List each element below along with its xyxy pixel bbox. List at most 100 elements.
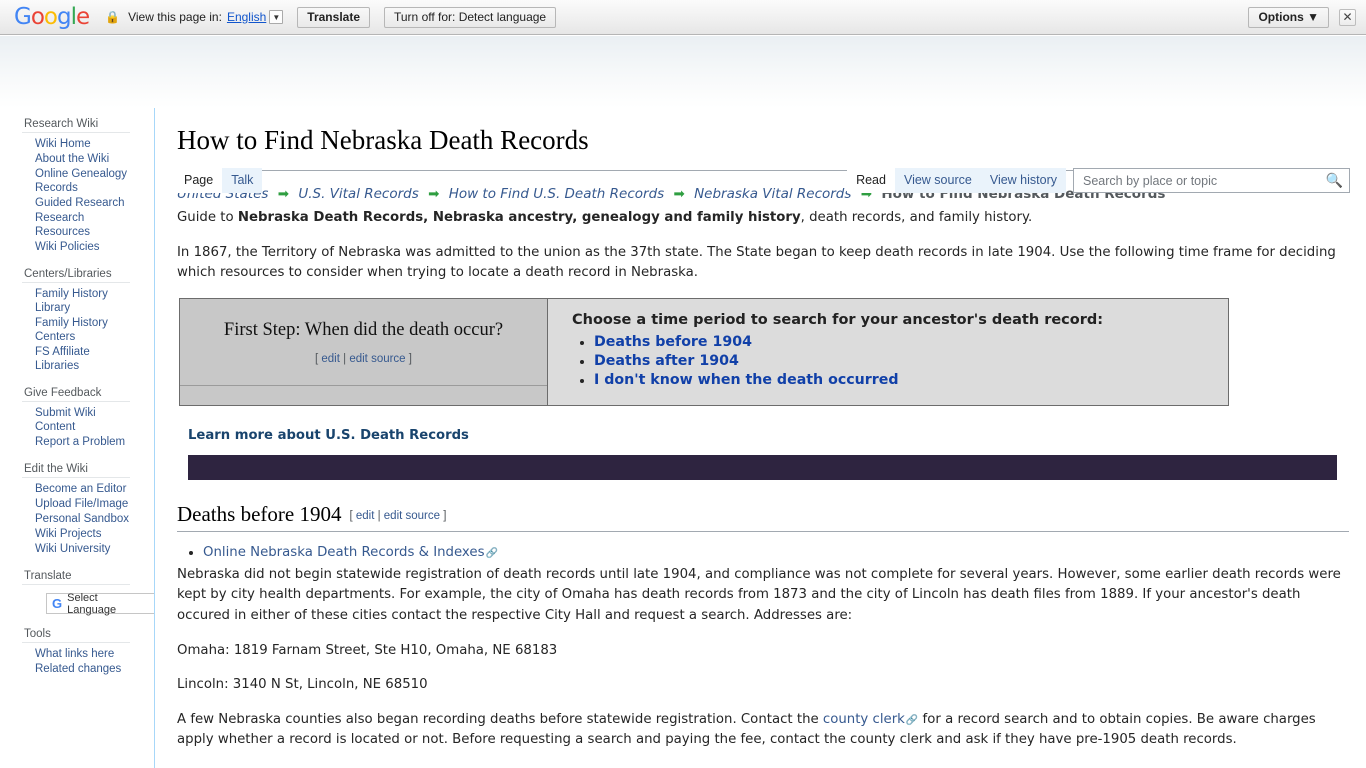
intro-bold: Nebraska Death Records, Nebraska ancestr… [237, 210, 801, 225]
list-item: Become an Editor [35, 482, 130, 496]
list-item: Deaths after 1904 [594, 353, 1212, 369]
sidebar-item-wiki-home[interactable]: Wiki Home [35, 138, 91, 150]
select-language-button[interactable]: G Select Language | [46, 591, 161, 616]
link-label: county clerk [822, 711, 905, 727]
close-icon[interactable]: ✕ [1339, 8, 1356, 26]
list-item: Upload File/Image [35, 497, 130, 511]
page-top-gradient [0, 36, 1366, 108]
list-item: Related changes [35, 662, 130, 676]
paragraph-3-a: A few Nebraska counties also began recor… [177, 711, 823, 727]
link-county-clerk[interactable]: county clerk🔗 [823, 712, 918, 727]
external-link-icon: 🔗 [485, 547, 498, 559]
list-item: Family History Library [35, 287, 130, 315]
turn-off-button[interactable]: Turn off for: Detect language [384, 6, 557, 28]
list-item: Online Nebraska Death Records & Indexes🔗 [203, 543, 1349, 563]
banner-bar [188, 454, 1337, 480]
section-links-list: Online Nebraska Death Records & Indexes🔗 [177, 543, 1349, 563]
chevron-down-icon[interactable]: ▼ [269, 10, 284, 24]
sidebar-item-fs-affiliate-libraries[interactable]: FS Affiliate Libraries [35, 346, 90, 372]
sidebar-item-become-an-editor[interactable]: Become an Editor [35, 483, 126, 495]
paragraph-1: In 1867, the Territory of Nebraska was a… [177, 244, 1336, 281]
sidebar-heading-give-feedback: Give Feedback [24, 387, 102, 399]
section-title: Deaths before 1904 [177, 501, 342, 526]
sidebar-item-submit-wiki-content[interactable]: Submit Wiki Content [35, 407, 96, 433]
option-deaths-after-1904[interactable]: Deaths after 1904 [594, 353, 739, 369]
chooser-left-panel: First Step: When did the death occur? [ … [180, 298, 548, 405]
sidebar-item-related-changes[interactable]: Related changes [35, 663, 121, 675]
view-tabs: Read View source View history 🔍 [847, 168, 1350, 193]
sidebar-item-guided-research[interactable]: Guided Research [35, 197, 125, 209]
breadcrumb-item-nebraska-vital-records[interactable]: Nebraska Vital Records [694, 186, 851, 202]
edit-source-link[interactable]: edit source [384, 510, 440, 522]
list-item: What links here [35, 647, 130, 661]
options-button[interactable]: Options ▼ [1248, 6, 1329, 28]
edit-link[interactable]: edit [356, 510, 375, 522]
page-title: How to Find Nebraska Death Records [177, 125, 589, 155]
breadcrumb-item-how-to-find-us-death-records[interactable]: How to Find U.S. Death Records [449, 186, 664, 202]
tab-page[interactable]: Page [175, 168, 223, 193]
learn-more-link[interactable]: Learn more about U.S. Death Records [188, 428, 1349, 443]
address-omaha: Omaha: 1819 Farnam Street, Ste H10, Omah… [177, 642, 558, 658]
link-online-nebraska-death-records[interactable]: Online Nebraska Death Records & Indexes🔗 [203, 545, 498, 560]
sidebar-group-research-wiki: Wiki Home About the Wiki Online Genealog… [22, 132, 130, 254]
sidebar-item-report-a-problem[interactable]: Report a Problem [35, 436, 125, 448]
intro-prefix: Guide to [177, 210, 238, 225]
tab-view-source[interactable]: View source [894, 168, 981, 193]
chooser-left-content: First Step: When did the death occur? [ … [180, 299, 547, 386]
sidebar-item-family-history-centers[interactable]: Family History Centers [35, 317, 108, 343]
option-deaths-before-1904[interactable]: Deaths before 1904 [594, 334, 752, 350]
chooser-heading: Choose a time period to search for your … [572, 311, 1104, 328]
language-value[interactable]: English [227, 10, 266, 24]
list-item: I don't know when the death occurred [594, 372, 1212, 388]
sidebar-item-about-the-wiki[interactable]: About the Wiki [35, 153, 109, 165]
tab-view-history[interactable]: View history [980, 168, 1066, 193]
arrow-right-icon: ➡ [277, 186, 290, 202]
content-area: How to Find Nebraska Death Records Unite… [154, 108, 1366, 768]
sidebar-item-wiki-policies[interactable]: Wiki Policies [35, 241, 100, 253]
list-item: Guided Research [35, 196, 130, 210]
list-item: Submit Wiki Content [35, 406, 130, 434]
sidebar-group-translate: G Select Language | [22, 584, 161, 616]
sidebar-item-research-resources[interactable]: Research Resources [35, 212, 90, 238]
sidebar-item-what-links-here[interactable]: What links here [35, 648, 114, 660]
list-item: Wiki Policies [35, 240, 130, 254]
language-selector[interactable]: English ▼ [227, 10, 284, 24]
list-item: Wiki Projects [35, 527, 130, 541]
edit-link[interactable]: edit [321, 353, 340, 365]
sidebar-item-personal-sandbox[interactable]: Personal Sandbox [35, 513, 129, 525]
sidebar-heading-centers-libraries: Centers/Libraries [24, 268, 112, 280]
namespace-tabs: Page Talk [175, 168, 263, 193]
list-item: Report a Problem [35, 435, 130, 449]
option-dont-know[interactable]: I don't know when the death occurred [594, 372, 899, 388]
list-item: Wiki Home [35, 137, 130, 151]
list-item: Family History Centers [35, 316, 130, 344]
tab-talk[interactable]: Talk [222, 168, 263, 193]
chooser-left-footer [180, 385, 547, 405]
breadcrumb-item-us-vital-records[interactable]: U.S. Vital Records [298, 186, 418, 202]
sidebar-item-wiki-projects[interactable]: Wiki Projects [35, 528, 101, 540]
sidebar-heading-translate: Translate [24, 570, 72, 582]
sidebar-item-upload-file-image[interactable]: Upload File/Image [35, 498, 128, 510]
search-input[interactable] [1081, 172, 1322, 189]
google-g-icon: G [52, 596, 63, 611]
search-box[interactable]: 🔍 [1073, 168, 1350, 193]
edit-source-link[interactable]: edit source [349, 353, 405, 365]
translate-button[interactable]: Translate [297, 6, 370, 28]
list-item: Online Genealogy Records [35, 167, 130, 195]
search-icon[interactable]: 🔍 [1326, 172, 1343, 189]
tab-read[interactable]: Read [847, 168, 895, 193]
sidebar-item-wiki-university[interactable]: Wiki University [35, 543, 110, 555]
lock-icon: 🔒 [105, 10, 121, 24]
sidebar-item-online-genealogy-records[interactable]: Online Genealogy Records [35, 168, 127, 194]
sidebar-item-family-history-library[interactable]: Family History Library [35, 288, 108, 314]
sidebar-group-tools: What links here Related changes [22, 642, 130, 676]
paragraph-3: A few Nebraska counties also began recor… [177, 710, 1349, 751]
list-item: About the Wiki [35, 152, 130, 166]
list-item: Deaths before 1904 [594, 334, 1212, 350]
arrow-right-icon: ➡ [673, 186, 685, 202]
list-item: Personal Sandbox [35, 512, 130, 526]
time-period-chooser: First Step: When did the death occur? [ … [179, 297, 1229, 406]
intro-paragraph: Guide to Nebraska Death Records, Nebrask… [177, 208, 1349, 229]
select-language-label: Select Language [67, 591, 117, 616]
paragraph-2: Nebraska did not begin statewide registr… [177, 566, 1341, 623]
